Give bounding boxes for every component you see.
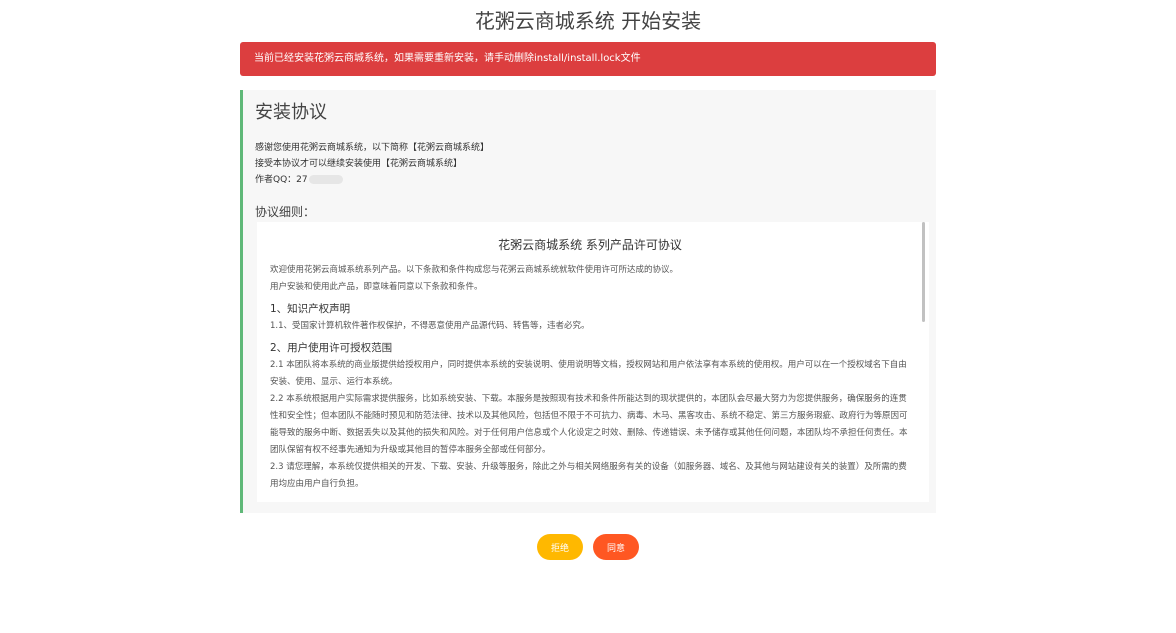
details-label: 协议细则： — [255, 205, 316, 219]
license-paragraph: 欢迎使用花粥云商城系统系列产品。以下条款和条件构成您与花粥云商城系统就软件使用许… — [270, 265, 679, 275]
author-qq: 27 — [296, 175, 308, 185]
intro-line-1: 感谢您使用花粥云商城系统，以下简称【花粥云商城系统】 — [255, 143, 490, 153]
agreement-panel: 安装协议 感谢您使用花粥云商城系统，以下简称【花粥云商城系统】 接受本协议才可以… — [240, 90, 936, 513]
redacted-qq-mask — [308, 175, 343, 184]
license-paragraph: 2.3 请您理解，本系统仅提供相关的开发、下载、安装、升级等服务，除此之外与相关… — [270, 462, 907, 489]
license-scroll-box[interactable]: 花粥云商城系统 系列产品许可协议 欢迎使用花粥云商城系统系列产品。以下条款和条件… — [257, 222, 929, 502]
license-scrollbar[interactable] — [921, 222, 925, 502]
agree-button[interactable]: 同意 — [593, 534, 639, 560]
installed-warning-alert: 当前已经安装花粥云商城系统，如果需要重新安装，请手动删除install/inst… — [240, 42, 936, 76]
author-line: 作者QQ：27 — [255, 172, 489, 188]
license-content: 花粥云商城系统 系列产品许可协议 欢迎使用花粥云商城系统系列产品。以下条款和条件… — [270, 222, 910, 493]
license-title: 花粥云商城系统 系列产品许可协议 — [498, 238, 682, 252]
license-section-heading: 1、知识产权声明 — [270, 303, 351, 315]
reject-button[interactable]: 拒绝 — [537, 534, 583, 560]
license-paragraph: 1.1、受国家计算机软件著作权保护，不得恶意使用产品源代码、转售等，违者必究。 — [270, 321, 590, 331]
license-paragraph: 用户安装和使用此产品，即意味着同意以下条款和条件。 — [270, 282, 483, 292]
license-paragraph: 2.1 本团队将本系统的商业版提供给授权用户，同时提供本系统的安装说明、使用说明… — [270, 360, 907, 387]
license-paragraph: 2.2 本系统根据用户实际需求提供服务，比如系统安装、下载。本服务是按照现有技术… — [270, 394, 908, 455]
license-section-heading: 2、用户使用许可授权范围 — [270, 342, 393, 354]
agreement-intro: 感谢您使用花粥云商城系统，以下简称【花粥云商城系统】 接受本协议才可以继续安装使… — [255, 140, 489, 188]
agreement-heading: 安装协议 — [255, 102, 327, 123]
license-scrollbar-thumb[interactable] — [922, 222, 925, 322]
intro-line-2: 接受本协议才可以继续安装使用【花粥云商城系统】 — [255, 159, 463, 169]
author-label: 作者QQ： — [255, 175, 297, 185]
page-title: 花粥云商城系统 开始安装 — [474, 9, 702, 33]
